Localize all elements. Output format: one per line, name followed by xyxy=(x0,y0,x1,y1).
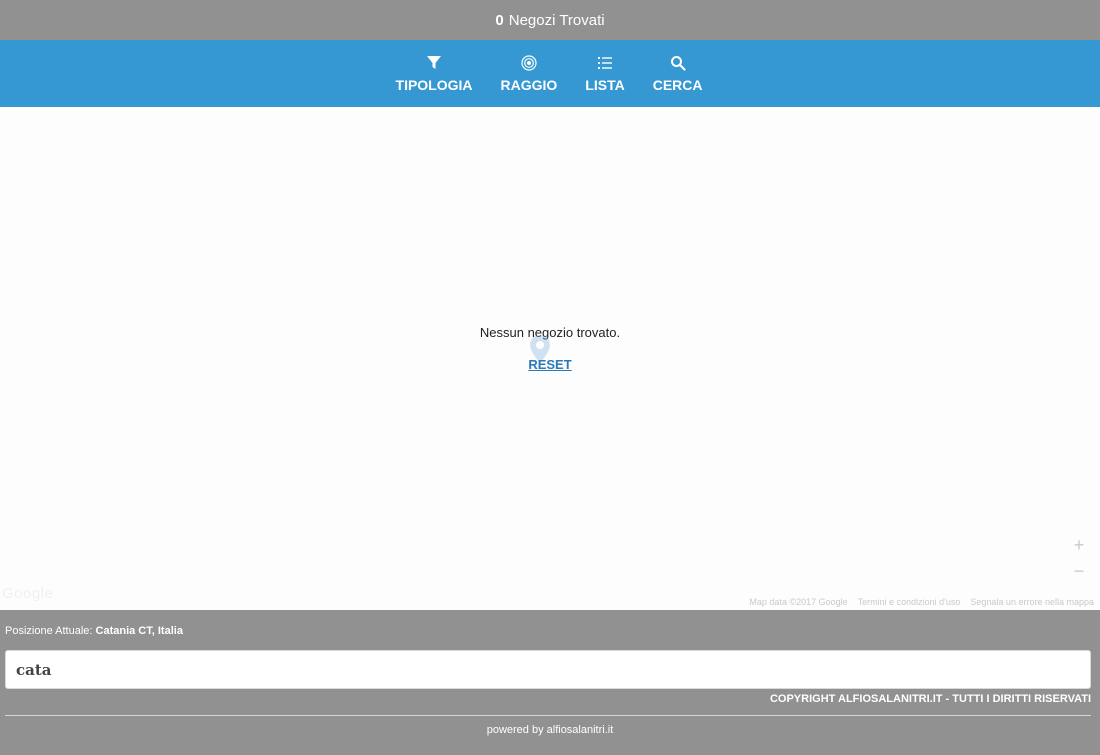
powered-by-text: powered by alfiosalanitri.it xyxy=(486,724,614,736)
results-title-text: Negozi Trovati xyxy=(508,11,605,29)
nav-lista-label: LISTA xyxy=(585,76,625,93)
current-position-value: Catania CT, Italia xyxy=(95,625,183,637)
map-report-error-link[interactable]: Segnala un errore nella mappa xyxy=(970,597,1094,607)
map-terms-link[interactable]: Termini e condizioni d'uso xyxy=(858,597,961,607)
filter-icon xyxy=(427,55,442,69)
footer-divider xyxy=(5,715,1091,716)
current-position: Posizione Attuale: Catania CT, Italia xyxy=(5,625,183,637)
reset-link[interactable]: RESET xyxy=(0,357,1100,372)
nav-toolbar: TIPOLOGIA RAGGIO LISTA CERCA xyxy=(0,40,1100,107)
app-root: 0 Negozi Trovati TIPOLOGIA RAGGIO LISTA … xyxy=(0,0,1100,755)
results-count: 0 xyxy=(495,11,504,29)
location-search-input[interactable] xyxy=(5,650,1091,689)
nav-tipologia-label: TIPOLOGIA xyxy=(395,76,473,93)
map-data-credit: Map data ©2017 Google xyxy=(749,597,848,607)
zoom-in-button[interactable]: + xyxy=(1066,532,1092,558)
nav-raggio-label: RAGGIO xyxy=(500,76,558,93)
current-position-label: Posizione Attuale: xyxy=(5,625,93,637)
search-icon xyxy=(670,55,686,71)
radius-icon xyxy=(521,54,537,71)
nav-cerca-button[interactable]: CERCA xyxy=(639,55,717,93)
nav-lista-button[interactable]: LISTA xyxy=(571,55,638,93)
nav-raggio-button[interactable]: RAGGIO xyxy=(487,54,572,93)
map-zoom-controls: + − xyxy=(1066,532,1092,584)
copyright-text: COPYRIGHT ALFIOSALANITRI.IT - TUTTI I DI… xyxy=(769,693,1091,705)
list-icon xyxy=(598,56,612,69)
google-logo: Google xyxy=(2,585,54,602)
nav-tipologia-button[interactable]: TIPOLOGIA xyxy=(382,55,487,93)
map-canvas[interactable]: Nessun negozio trovato. RESET + − Google… xyxy=(0,107,1100,610)
footer-panel: Posizione Attuale: Catania CT, Italia CO… xyxy=(0,610,1100,755)
zoom-out-button[interactable]: − xyxy=(1066,558,1092,584)
map-attribution: Map data ©2017 Google Termini e condizio… xyxy=(749,597,1094,607)
results-title-bar: 0 Negozi Trovati xyxy=(0,0,1100,40)
nav-cerca-label: CERCA xyxy=(652,76,703,93)
